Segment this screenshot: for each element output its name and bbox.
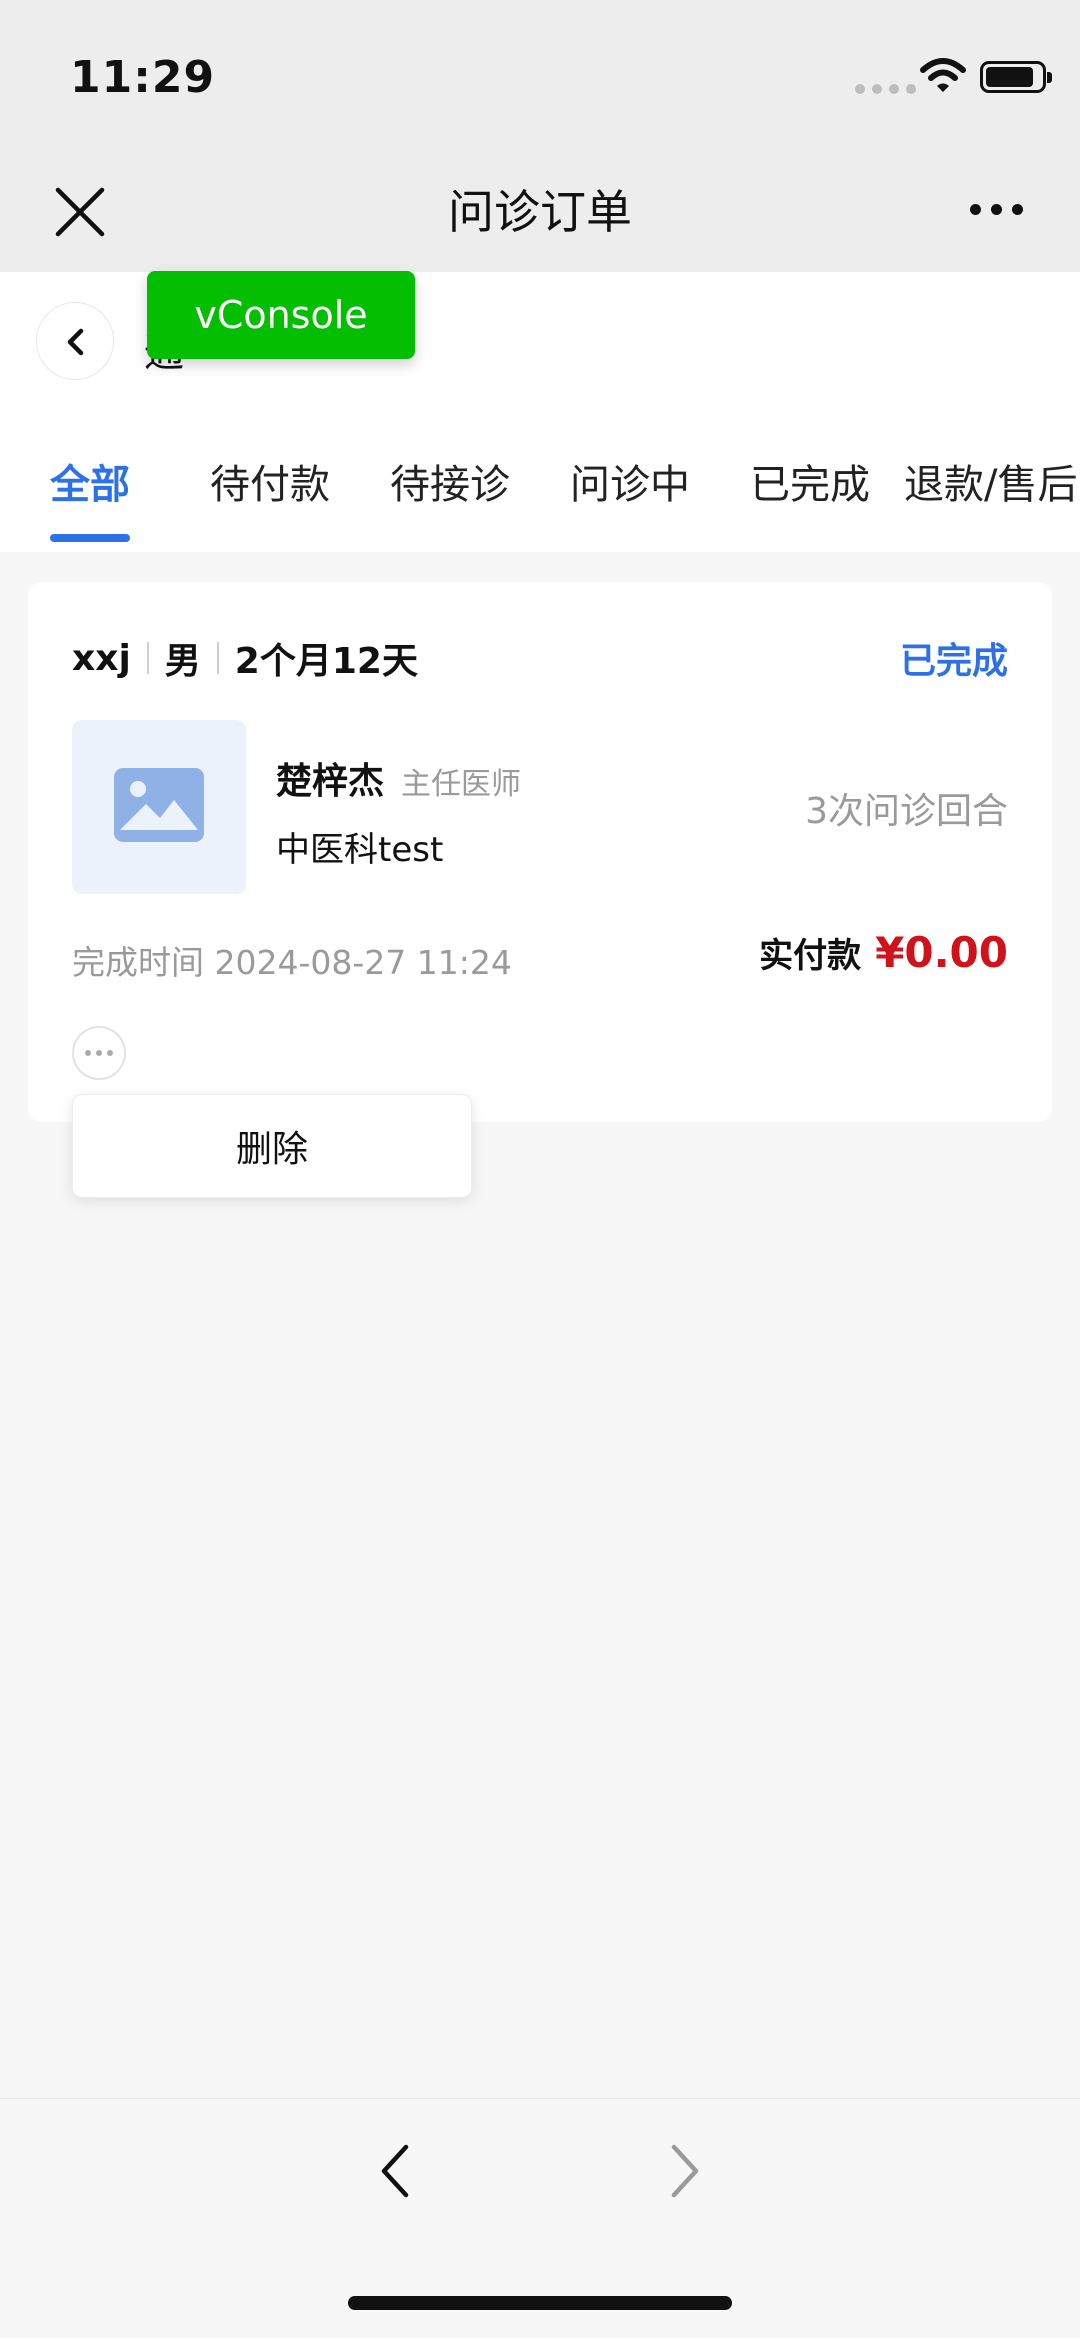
divider — [146, 642, 149, 674]
patient-name: xxj — [72, 637, 131, 679]
tab-pending-consult[interactable]: 待接诊 — [390, 452, 510, 510]
tab-refund[interactable]: 退款/售后 — [904, 452, 1077, 510]
delete-menu-item[interactable]: 删除 — [72, 1094, 472, 1198]
patient-info: xxj 男 2个月12天 — [72, 632, 418, 684]
doctor-name: 楚梓杰 — [276, 761, 385, 802]
paid-amount-row: 实付款 ¥0.00 — [759, 928, 1008, 977]
tab-pending-payment[interactable]: 待付款 — [210, 452, 330, 510]
paid-label: 实付款 — [759, 936, 862, 976]
chevron-right-icon[interactable] — [668, 2143, 702, 2199]
ellipsis-icon[interactable] — [72, 1026, 126, 1080]
divider — [216, 642, 219, 674]
tab-in-consult[interactable]: 问诊中 — [570, 452, 690, 510]
status-bar: 11:29 — [0, 0, 1080, 140]
vconsole-button[interactable]: vConsole — [147, 271, 415, 359]
finish-time: 完成时间 2024-08-27 11:24 — [72, 943, 512, 982]
paid-amount: ¥0.00 — [875, 928, 1008, 977]
tab-all[interactable]: 全部 — [50, 452, 130, 510]
status-time: 11:29 — [70, 52, 216, 103]
consult-rounds: 3次问诊回合 — [805, 791, 1008, 832]
order-card[interactable]: xxj 男 2个月12天 已完成 楚梓杰 主任医师 中医科test 3次问诊回合… — [28, 582, 1052, 1122]
more-icon[interactable] — [970, 204, 1023, 215]
wifi-icon — [920, 58, 966, 92]
back-button[interactable] — [36, 302, 114, 380]
patient-gender: 男 — [164, 641, 201, 682]
image-placeholder-icon — [114, 768, 204, 842]
doctor-department: 中医科test — [276, 830, 444, 870]
doctor-title: 主任医师 — [401, 767, 521, 802]
title-bar: 问诊订单 — [0, 140, 1080, 272]
doctor-avatar — [72, 720, 246, 894]
battery-icon — [980, 61, 1052, 93]
tab-active-indicator — [50, 534, 130, 542]
order-tabs: 全部 待付款 待接诊 问诊中 已完成 退款/售后 — [0, 452, 1080, 542]
tab-completed[interactable]: 已完成 — [750, 452, 870, 510]
chevron-left-icon — [67, 328, 84, 356]
chevron-left-icon[interactable] — [378, 2143, 412, 2199]
cellular-dots-icon — [855, 84, 916, 94]
home-indicator — [348, 2296, 732, 2310]
order-status-badge: 已完成 — [899, 641, 1008, 682]
patient-age: 2个月12天 — [234, 641, 418, 682]
page-title: 问诊订单 — [448, 185, 632, 239]
